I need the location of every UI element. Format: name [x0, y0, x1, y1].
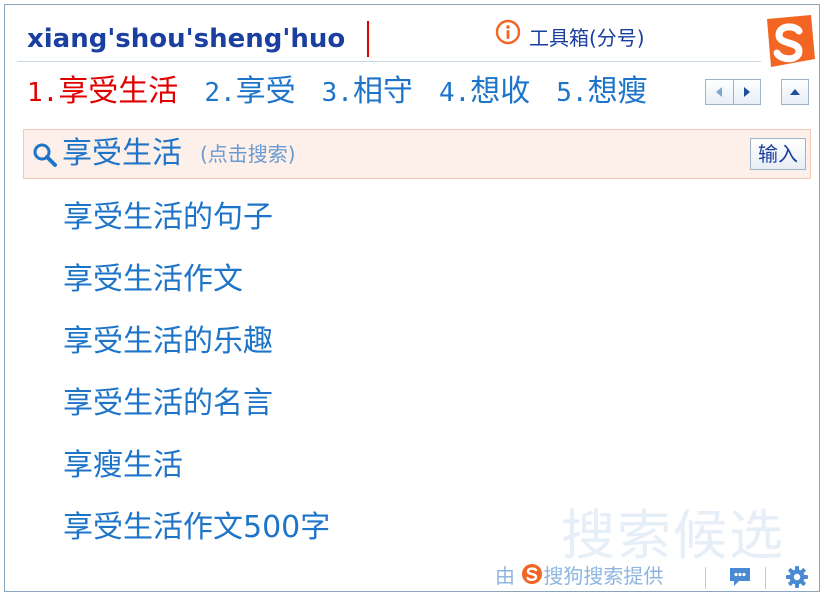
toolbox-button[interactable]: 工具箱(分号): [495, 19, 645, 57]
watermark: 搜索候选: [561, 504, 785, 567]
input-button[interactable]: 输入: [750, 138, 806, 170]
provider-prefix: 由: [495, 564, 515, 588]
suggestion-item[interactable]: 享受生活的乐趣: [63, 311, 330, 373]
pinyin-input[interactable]: xiang'shou'sheng'huo: [27, 19, 345, 59]
prev-page-button[interactable]: [706, 80, 733, 104]
search-icon: [32, 142, 58, 172]
suggestion-item[interactable]: 享受生活的句子: [63, 187, 330, 249]
suggestion-item[interactable]: 享瘦生活: [63, 435, 330, 497]
candidate-2[interactable]: 2.享受: [204, 67, 295, 118]
ime-candidate-window: xiang'shou'sheng'huo 工具箱(分号) 1.享受生活 2.享受 3…: [4, 4, 820, 592]
candidate-5[interactable]: 5.想瘦: [556, 67, 647, 118]
toolbox-label: 工具箱(分号): [529, 26, 645, 50]
next-page-button[interactable]: [734, 80, 761, 104]
candidate-list: 1.享受生活 2.享受 3.相守 4.想收 5.想瘦: [27, 67, 674, 117]
suggestion-item[interactable]: 享受生活的名言: [63, 373, 330, 435]
search-query: 享受生活: [62, 136, 182, 171]
sogou-logo-icon[interactable]: [759, 13, 819, 73]
text-caret: [367, 21, 369, 57]
provider-text: 搜狗搜索提供: [543, 564, 664, 588]
chevron-right-icon: [743, 87, 750, 97]
candidate-3[interactable]: 3.相守: [322, 67, 413, 118]
gear-icon[interactable]: [785, 565, 809, 593]
suggestion-item[interactable]: 享受生活作文: [63, 249, 330, 311]
provider-credit[interactable]: 由 搜狗搜索提供: [495, 561, 663, 591]
search-hint: (点击搜索): [200, 142, 296, 166]
suggestion-list: 享受生活的句子 享受生活作文 享受生活的乐趣 享受生活的名言 享瘦生活 享受生活…: [63, 187, 330, 559]
divider: [17, 61, 761, 62]
info-icon: [495, 19, 521, 57]
page-navigation: [705, 79, 761, 105]
chevron-left-icon: [716, 87, 723, 97]
sogou-small-icon: [521, 563, 543, 593]
candidate-1[interactable]: 1.享受生活: [27, 67, 178, 118]
feedback-icon[interactable]: [727, 565, 753, 593]
divider: [765, 567, 766, 589]
suggestion-item[interactable]: 享受生活作文500字: [63, 497, 330, 559]
search-suggestion-row[interactable]: 享受生活 (点击搜索) 输入: [23, 129, 811, 179]
divider: [705, 567, 706, 589]
expand-collapse-button[interactable]: [781, 79, 809, 105]
chevron-up-icon: [790, 89, 800, 95]
candidate-4[interactable]: 4.想收: [439, 67, 530, 118]
